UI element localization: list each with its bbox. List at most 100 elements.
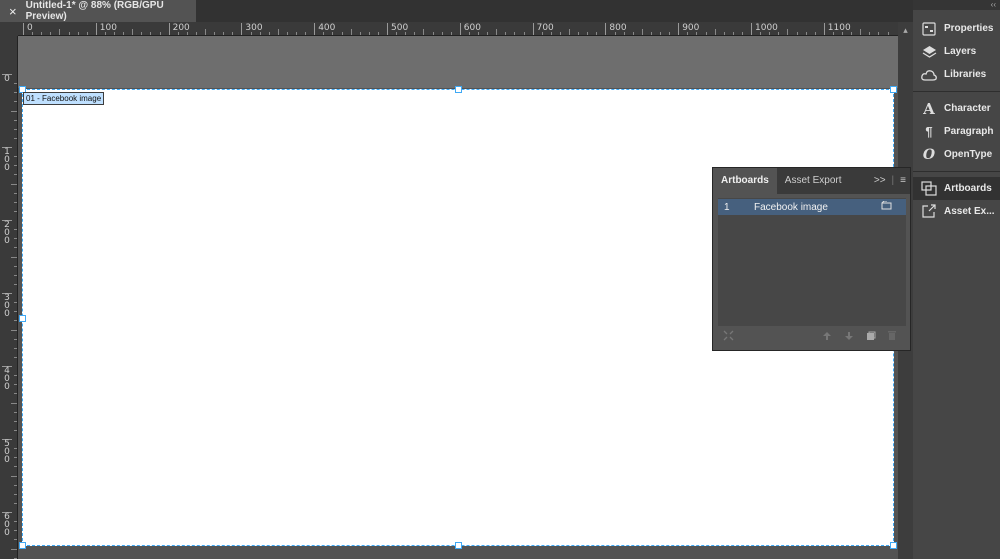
ruler-tick (14, 393, 17, 395)
libraries-icon (920, 67, 938, 83)
ruler-tick (860, 29, 862, 35)
ruler-tick (741, 32, 743, 35)
ruler-tick (523, 32, 525, 35)
ruler-tick (14, 530, 17, 532)
dock-item-asset-export[interactable]: Asset Ex... (913, 200, 1000, 223)
ruler-tick (14, 338, 17, 340)
ruler-tick (214, 32, 216, 35)
ruler-tick (432, 32, 434, 35)
dock-item-layers[interactable]: Layers (913, 40, 1000, 63)
ruler-tick (541, 32, 543, 35)
trash-icon[interactable] (887, 330, 897, 344)
ruler-tick (359, 32, 361, 35)
resize-handle[interactable] (19, 542, 26, 549)
ruler-tick (641, 29, 643, 35)
ruler-tick (350, 29, 352, 35)
ruler-tick (396, 32, 398, 35)
ruler-tick (778, 32, 780, 35)
resize-handle[interactable] (455, 542, 462, 549)
rearrange-icon[interactable] (723, 330, 734, 344)
ruler-tick (259, 32, 261, 35)
dock-divider (913, 91, 1000, 92)
ruler-left-label: 600 (2, 512, 12, 538)
ruler-tick (14, 356, 17, 358)
ruler-tick (11, 183, 17, 185)
collapse-dock-icon[interactable]: ‹‹ (913, 0, 1000, 10)
ruler-tick (14, 466, 17, 468)
move-up-icon[interactable] (822, 331, 832, 344)
panel-menu-icon[interactable]: ≡ (900, 175, 906, 186)
ruler-tick (14, 119, 17, 121)
list-item[interactable]: 1 Facebook image (718, 199, 906, 215)
ruler-tick (878, 32, 880, 35)
ruler-tick (787, 29, 789, 35)
ruler-tick (660, 32, 661, 35)
ruler-tick (723, 32, 725, 35)
ruler-tick (796, 32, 798, 35)
ruler-tick (487, 32, 489, 35)
ruler-tick (14, 521, 17, 523)
ruler-tick (669, 32, 671, 35)
move-down-icon[interactable] (844, 331, 854, 344)
ruler-tick (377, 32, 379, 35)
tab-artboards[interactable]: Artboards (713, 168, 777, 194)
ruler-tick (205, 29, 206, 35)
artboard-label[interactable]: 01 - Facebook image (23, 92, 105, 105)
character-icon: A (923, 99, 935, 118)
ruler-tick (86, 32, 88, 35)
ruler-left[interactable]: 0 100 200 300 400 500 600 (0, 36, 18, 559)
resize-handle[interactable] (890, 542, 897, 549)
dock-item-label: OpenType (944, 149, 993, 160)
ruler-tick (869, 32, 871, 35)
ruler-tick (769, 32, 771, 35)
ruler-tick (814, 32, 816, 35)
artboard-options-icon[interactable] (881, 200, 892, 213)
panel-tab-bar: Artboards Asset Export >> | ≡ (713, 168, 910, 194)
asset-export-icon (920, 204, 938, 220)
ruler-tick (11, 475, 17, 477)
ruler-tick (760, 32, 762, 35)
ruler-left-label: 100 (2, 147, 12, 173)
ruler-tick (32, 32, 34, 35)
resize-handle[interactable] (19, 315, 26, 322)
artboard-name[interactable]: Facebook image (754, 202, 828, 213)
new-artboard-icon[interactable] (866, 331, 876, 344)
dock-item-label: Libraries (944, 69, 987, 80)
ruler-top-label: 1000 (751, 23, 778, 35)
dock-item-artboards[interactable]: Artboards (913, 177, 1000, 200)
ruler-tick (14, 265, 17, 267)
scroll-up-icon[interactable]: ▴ (898, 25, 913, 36)
ruler-tick (277, 29, 279, 35)
pasteboard-band (18, 36, 898, 88)
ruler-tick (732, 32, 734, 35)
ruler-top-label: 1100 (823, 23, 851, 35)
dock-item-properties[interactable]: Properties (913, 17, 1000, 40)
ruler-tick (14, 229, 17, 231)
ruler-tick (587, 32, 589, 35)
ruler-top[interactable]: 0 100 200 300 400 500 600 700 800 900 1000 1100 (18, 22, 898, 36)
panel-divider: | (891, 175, 895, 186)
ruler-tick (11, 548, 17, 550)
artboards-panel: Artboards Asset Export >> | ≡ 1 Facebook… (712, 167, 911, 351)
ruler-left-label: 0 (2, 74, 12, 84)
resize-handle[interactable] (455, 86, 462, 93)
expand-panel-icon[interactable]: >> (874, 175, 886, 186)
ruler-tick (14, 429, 17, 431)
close-tab-icon[interactable]: × (9, 4, 17, 19)
dock-item-opentype[interactable]: O OpenType (913, 143, 1000, 166)
dock-item-character[interactable]: A Character (913, 97, 1000, 120)
tab-asset-export[interactable]: Asset Export (777, 168, 850, 194)
ruler-tick (14, 192, 17, 194)
dock-item-libraries[interactable]: Libraries (913, 63, 1000, 86)
dock-item-label: Layers (944, 46, 977, 57)
dock-item-paragraph[interactable]: ¶ Paragraph (913, 120, 1000, 143)
ruler-tick (114, 32, 115, 35)
layers-icon (920, 44, 938, 60)
paragraph-icon: ¶ (925, 124, 933, 139)
document-tab[interactable]: × Untitled-1* @ 88% (RGB/GPU Preview) (0, 0, 196, 22)
resize-handle[interactable] (890, 86, 897, 93)
ruler-corner[interactable] (0, 22, 18, 36)
ruler-tick (250, 32, 252, 35)
document-tab-title: Untitled-1* @ 88% (RGB/GPU Preview) (25, 0, 164, 22)
ruler-tick (223, 32, 225, 35)
